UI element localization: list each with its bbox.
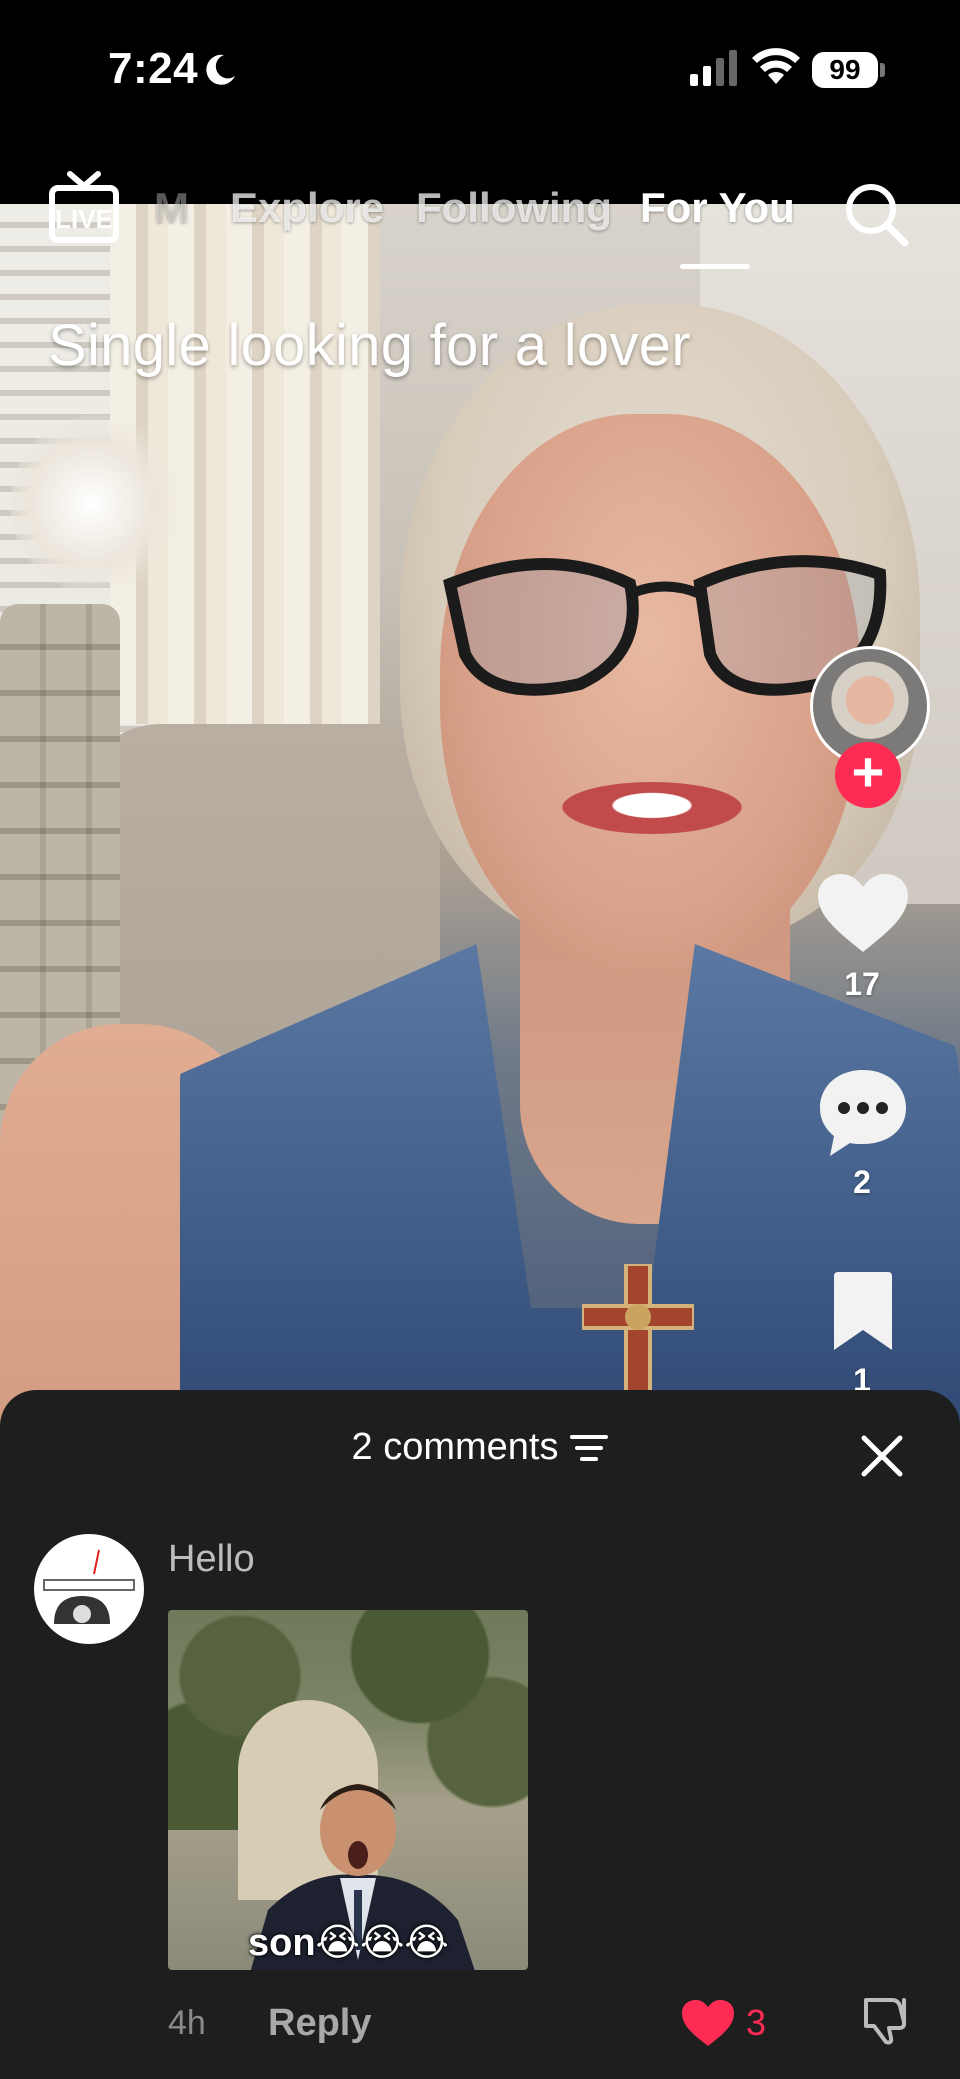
comments-header: 2 comments bbox=[0, 1426, 960, 1469]
comment-like-heart-icon[interactable] bbox=[682, 2000, 734, 2048]
battery-icon: 99 bbox=[812, 52, 878, 88]
bookmark-icon[interactable] bbox=[830, 1272, 896, 1352]
search-icon[interactable] bbox=[842, 180, 910, 248]
plus-icon[interactable]: + bbox=[835, 742, 901, 808]
video-caption: Single looking for a lover bbox=[48, 313, 691, 378]
tab-m[interactable]: M bbox=[154, 184, 189, 232]
comment-count: 2 bbox=[853, 1164, 871, 1200]
reply-button[interactable]: Reply bbox=[268, 2002, 371, 2045]
tab-following[interactable]: Following bbox=[416, 184, 612, 232]
video-player[interactable] bbox=[0, 204, 960, 1424]
battery-tip bbox=[880, 63, 885, 77]
comment-bubble-icon[interactable] bbox=[818, 1068, 908, 1158]
dislike-icon[interactable] bbox=[862, 1994, 914, 2046]
comment-like-count: 3 bbox=[746, 2002, 767, 2043]
tab-for-you[interactable]: For You bbox=[640, 184, 795, 232]
moon-icon bbox=[206, 54, 235, 85]
bearing-image bbox=[43, 1549, 135, 1624]
comments-title: 2 comments bbox=[351, 1426, 559, 1468]
comment-gif[interactable]: son😭😭😭 bbox=[168, 1610, 528, 1970]
filter-icon[interactable] bbox=[570, 1433, 609, 1463]
commenter-avatar[interactable] bbox=[34, 1534, 144, 1644]
flower bbox=[10, 414, 190, 594]
comment-timestamp: 4h bbox=[168, 2004, 206, 2042]
mouth bbox=[562, 782, 742, 834]
signal-icon bbox=[690, 50, 737, 86]
live-tv-icon[interactable]: LIVE bbox=[48, 170, 120, 244]
comment-text: Hello bbox=[168, 1538, 255, 1580]
wifi-icon bbox=[752, 48, 800, 84]
tab-explore[interactable]: Explore bbox=[230, 184, 384, 232]
close-icon[interactable] bbox=[856, 1430, 908, 1482]
gif-caption: son😭😭😭 bbox=[248, 1922, 449, 1964]
active-tab-indicator bbox=[680, 264, 750, 269]
comments-sheet: 2 comments Hello son😭😭😭 4h Reply 3 bbox=[0, 1390, 960, 2079]
like-count: 17 bbox=[844, 966, 880, 1002]
status-time: 7:24 bbox=[108, 44, 199, 93]
heart-icon[interactable] bbox=[818, 874, 908, 954]
live-label: LIVE bbox=[55, 204, 113, 234]
top-nav: LIVE M Explore Following For You bbox=[0, 170, 960, 280]
